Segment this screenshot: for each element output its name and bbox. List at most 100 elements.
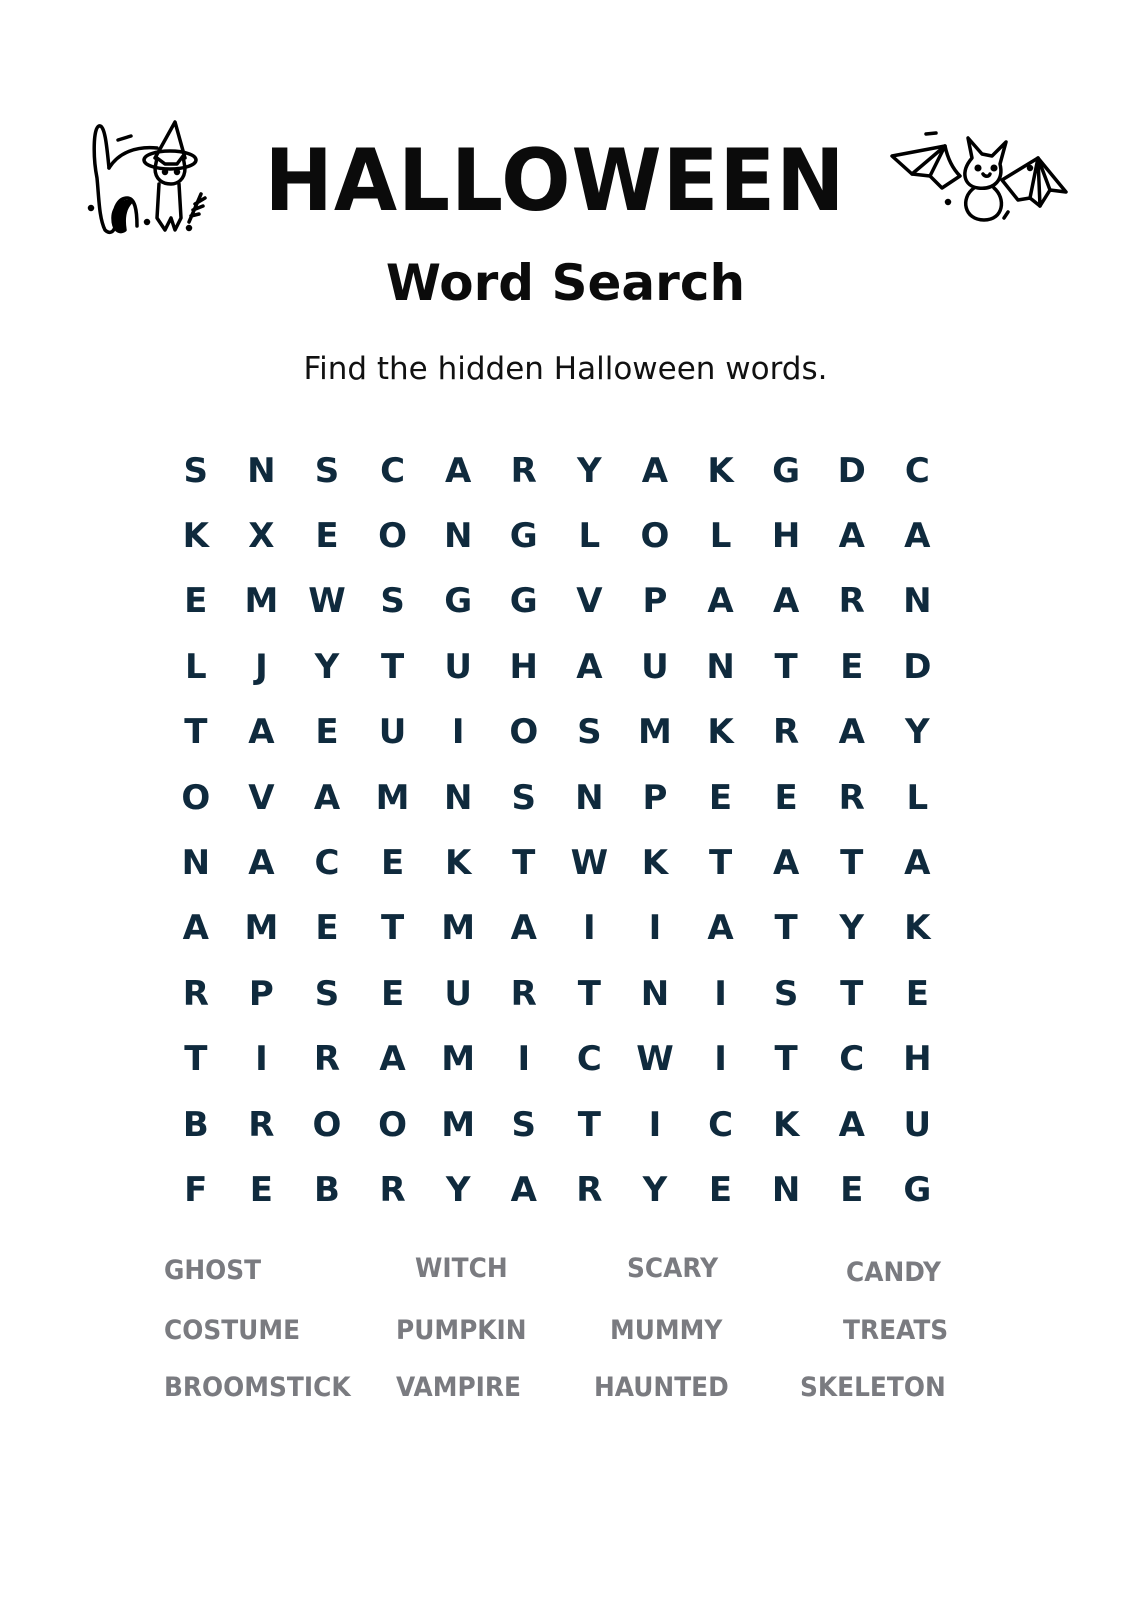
grid-letter: T [184, 712, 208, 753]
grid-letter: M [441, 1039, 476, 1080]
grid-letter: C [904, 450, 930, 491]
grid-letter: A [641, 450, 669, 491]
grid-letter: A [838, 516, 865, 557]
grid-letter: L [709, 516, 732, 557]
grid-letter: N [706, 646, 735, 687]
grid-letter: L [578, 516, 601, 557]
word-list-item: WITCH [415, 1253, 508, 1284]
grid-letter: K [182, 516, 209, 557]
grid-letter: R [838, 581, 865, 622]
grid-letter: G [509, 516, 538, 557]
grid-letter: I [648, 1104, 662, 1145]
grid-letter: L [906, 777, 929, 818]
word-list-item: COSTUME [164, 1315, 301, 1346]
grid-letter: E [840, 646, 864, 687]
word-list-item: HAUNTED [594, 1372, 729, 1403]
grid-letter: W [308, 581, 346, 622]
word-list-item: SCARY [627, 1253, 719, 1284]
grid-letter: S [577, 712, 602, 753]
grid-letter: K [707, 712, 734, 753]
grid-letter: I [451, 712, 465, 753]
grid-letter: C [380, 450, 406, 491]
grid-letter: S [773, 973, 799, 1014]
grid-letter: T [577, 973, 601, 1014]
grid-letter: U [641, 646, 669, 687]
grid-letter: H [509, 646, 538, 687]
grid-letter: F [184, 1169, 208, 1210]
cat-with-witch-hat-icon [87, 120, 207, 235]
grid-letter: M [244, 581, 279, 622]
grid-letter: W [570, 843, 609, 884]
grid-letter: G [509, 581, 538, 622]
grid-letter: U [378, 712, 407, 753]
grid-letter: R [182, 973, 209, 1014]
grid-letter: L [184, 646, 207, 687]
grid-letter: E [708, 1169, 733, 1210]
grid-letter: J [255, 646, 268, 687]
grid-letter: N [903, 581, 932, 622]
grid-letter: A [510, 1169, 537, 1210]
grid-letter: R [248, 1104, 275, 1145]
grid-letter: T [512, 843, 536, 884]
grid-letter: K [904, 908, 931, 949]
grid-letter: R [313, 1039, 341, 1080]
grid-letter: N [575, 777, 604, 818]
grid-letter: I [583, 908, 596, 949]
grid-letter: A [510, 908, 537, 949]
grid-letter: X [248, 516, 275, 557]
word-list-item: TREATS [843, 1315, 949, 1346]
grid-letter: O [312, 1104, 342, 1145]
grid-letter: M [375, 777, 410, 818]
grid-letter: W [636, 1039, 674, 1080]
grid-letter: T [840, 843, 864, 884]
grid-letter: E [315, 516, 339, 557]
grid-letter: A [838, 1104, 865, 1145]
grid-letter: M [244, 908, 279, 949]
grid-letter: O [181, 777, 211, 818]
grid-letter: G [444, 581, 473, 622]
grid-letter: K [444, 843, 472, 884]
grid-letter: I [714, 973, 727, 1014]
grid-letter: N [247, 450, 276, 491]
grid-letter: A [248, 712, 275, 753]
grid-letter: O [640, 516, 670, 557]
grid-letter: S [380, 581, 405, 622]
grid-letter: I [714, 1039, 727, 1080]
grid-letter: T [380, 908, 405, 949]
grid-letter: A [248, 843, 275, 884]
grid-letter: Y [905, 712, 930, 753]
grid-letter: A [707, 581, 734, 622]
grid-letter: Y [314, 646, 340, 687]
grid-letter: R [510, 973, 537, 1014]
word-list-item: PUMPKIN [396, 1315, 527, 1346]
grid-letter: T [774, 1039, 798, 1080]
grid-letter: B [314, 1169, 340, 1210]
grid-letter: H [771, 516, 801, 557]
grid-letter: N [443, 516, 473, 557]
grid-letter: A [904, 516, 931, 557]
grid-letter: R [576, 1169, 603, 1210]
grid-letter: R [510, 450, 537, 491]
grid-letter: P [642, 581, 668, 622]
grid-letter: H [903, 1039, 932, 1080]
grid-letter: A [707, 908, 734, 949]
grid-letter: D [837, 450, 866, 491]
grid-letter: Y [839, 908, 865, 949]
grid-letter: K [641, 843, 669, 884]
instructions-text: Find the hidden Halloween words. [303, 351, 828, 387]
grid-letter: A [576, 646, 603, 687]
grid-letter: P [248, 973, 274, 1014]
grid-letter: E [708, 777, 733, 818]
grid-letter: E [905, 973, 929, 1014]
grid-letter: E [315, 908, 339, 949]
grid-letter: T [774, 646, 798, 687]
grid-letter: V [248, 777, 275, 818]
grid-letter: S [511, 777, 537, 818]
word-list-item: VAMPIRE [396, 1372, 522, 1403]
grid-letter: U [903, 1104, 932, 1145]
grid-letter: E [840, 1169, 864, 1210]
grid-letter: C [576, 1039, 602, 1080]
word-list-item: SKELETON [800, 1372, 946, 1403]
grid-letter: E [774, 777, 798, 818]
grid-letter: D [903, 646, 932, 687]
